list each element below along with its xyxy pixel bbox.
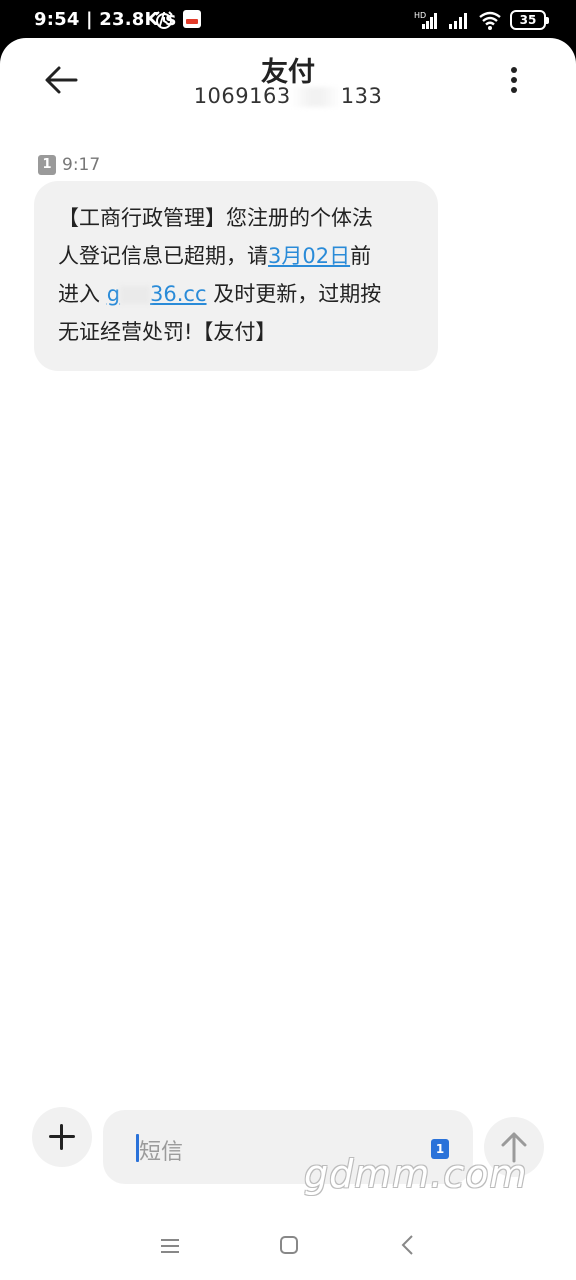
signal-icon: HD: [414, 11, 437, 29]
message-time: 9:17: [62, 155, 101, 175]
contact-number: 1069163 133: [0, 84, 576, 108]
message-bubble[interactable]: 【工商行政管理】您注册的个体法 人登记信息已超期，请3月02日前 进入 g 36.…: [34, 181, 438, 371]
message-line: 进入 g 36.cc 及时更新，过期按: [58, 275, 414, 313]
recents-menu-icon[interactable]: [158, 1234, 182, 1258]
number-suffix: 133: [340, 84, 383, 108]
sim-badge: 1: [38, 155, 56, 175]
nav-back-icon[interactable]: [398, 1232, 418, 1258]
url-link-start: g: [106, 282, 121, 306]
message-line: 人登记信息已超期，请3月02日前: [58, 237, 414, 275]
redaction-blur: [290, 87, 341, 107]
redaction-blur: [120, 286, 151, 304]
conversation-header: 友付 1069163 133: [0, 38, 576, 118]
message-line: 无证经营处罚!【友付】: [58, 320, 277, 344]
message-text: 前: [350, 244, 372, 268]
message-line: 【工商行政管理】您注册的个体法: [58, 206, 373, 230]
date-link[interactable]: 3月02日: [268, 244, 350, 268]
alarm-icon: [155, 11, 173, 29]
messages-screen: 友付 1069163 133 1 9:17 【工商行政管理】您注册的个体法 人登记…: [0, 38, 576, 1280]
url-link[interactable]: g 36.cc: [107, 282, 207, 306]
wifi-icon: [479, 11, 501, 30]
watermark: gdmm.com: [304, 1152, 528, 1196]
input-placeholder: 短信: [139, 1140, 184, 1165]
hd-label: HD: [414, 11, 426, 20]
message-meta: 1 9:17: [38, 154, 100, 176]
attach-plus-button[interactable]: [32, 1107, 92, 1167]
app-notification-icon: [183, 10, 201, 28]
system-nav-bar: [0, 1214, 576, 1280]
url-link-end: 36.cc: [150, 282, 207, 306]
home-icon[interactable]: [278, 1234, 300, 1256]
message-text: 人登记信息已超期，请: [58, 244, 268, 268]
number-prefix: 1069163: [193, 84, 291, 108]
battery-icon: 35: [510, 10, 549, 30]
message-text: 进入: [58, 282, 107, 306]
signal-icon: [449, 13, 467, 29]
status-bar: 9:54 | 23.8K/s HD 35: [0, 0, 576, 40]
message-text: 及时更新，过期按: [206, 282, 382, 306]
more-options-icon[interactable]: [500, 64, 528, 96]
status-indicators: HD 35: [414, 8, 549, 32]
